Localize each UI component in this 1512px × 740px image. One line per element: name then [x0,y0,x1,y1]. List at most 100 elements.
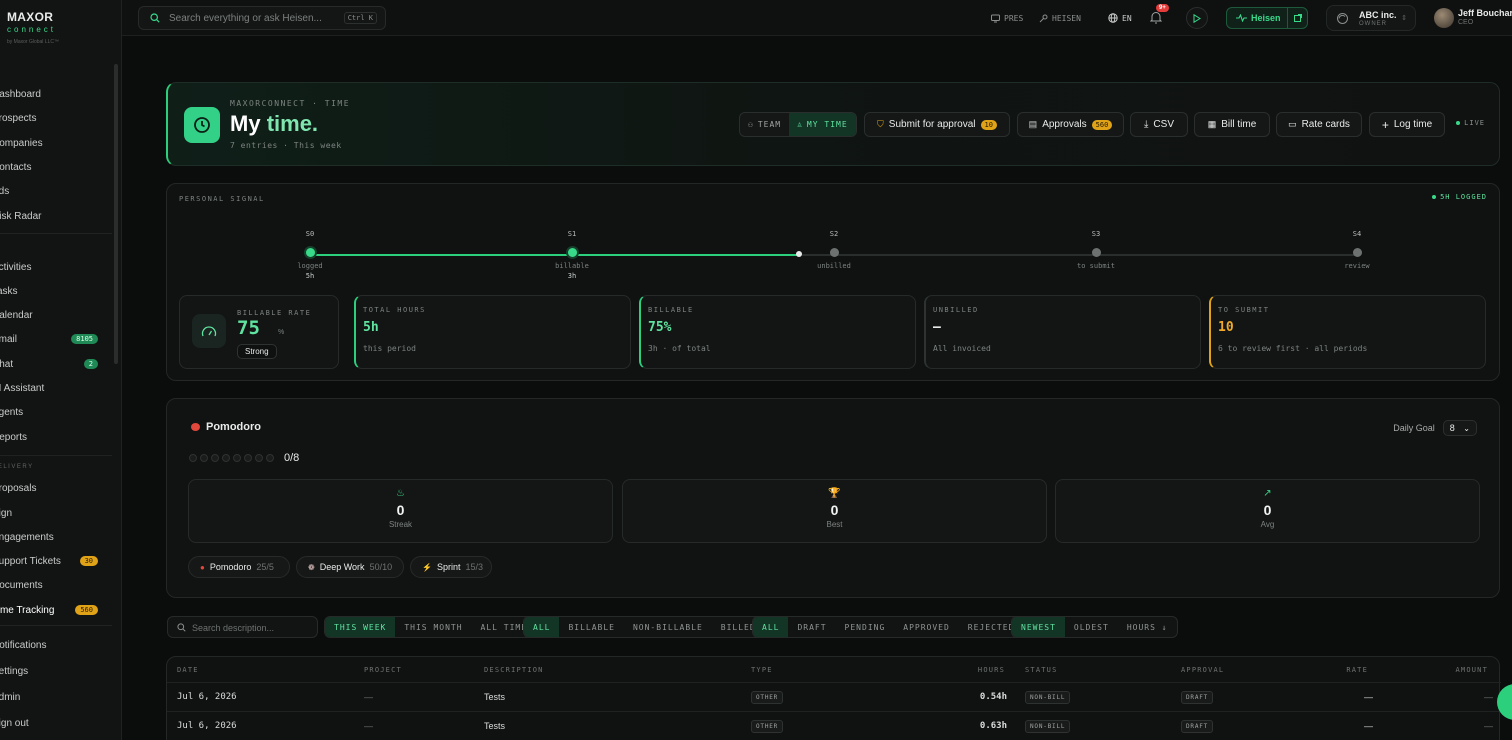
kpi-card-avg: ↗ 0 Avg [1055,479,1480,543]
users-icon: ⚇ [748,120,754,129]
cell-date: Jul 6, 2026 [177,721,237,731]
sidebar-item-agents[interactable]: Agents [0,401,110,423]
filter-billing-option[interactable]: NON-BILLABLE [624,617,712,637]
submit-approval-button[interactable]: ⛉ Submit for approval 10 [864,112,1010,137]
kpi-label: Streak [388,520,413,529]
plus-icon: + [1381,117,1389,132]
filter-status-option[interactable]: DRAFT [788,617,835,637]
mode-chip-pomodoro[interactable]: ● Pomodoro 25/5 [188,556,290,578]
notifications-button[interactable]: 9+ [1149,4,1169,25]
sidebar-item-risk-radar[interactable]: Risk Radar [0,205,110,227]
column-header-rate[interactable]: RATE [1346,666,1368,674]
sidebar-item-ai-assistant[interactable]: AI Assistant [0,377,110,399]
filter-period-option[interactable]: THIS MONTH [395,617,471,637]
org-switcher[interactable]: ABC inc. OWNER ⇕ [1326,5,1416,31]
sidebar-item-reports[interactable]: Reports [0,426,110,448]
pipeline-stage-s1[interactable]: S1 billable 3h [532,230,612,280]
sidebar-item-label: Contacts [0,161,32,173]
sidebar-item-activities[interactable]: Activities [0,256,110,278]
sidebar-item-support-tickets[interactable]: Support Tickets 30 [0,550,110,572]
heisen-link[interactable]: HEISEN [1039,0,1081,36]
sidebar-item-sign-out[interactable]: Sign out [0,712,110,734]
tab-team-label: TEAM [757,120,782,129]
filter-period-option[interactable]: THIS WEEK [325,617,396,637]
pipeline-stage-s2[interactable]: S2 unbilled [794,230,874,270]
org-name: ABC inc. [1359,10,1397,20]
heisen-button[interactable]: Heisen [1226,7,1308,29]
tab-my-time[interactable]: ♙ MY TIME [789,113,856,136]
filter-status-option[interactable]: ALL [753,617,789,637]
sidebar-item-contacts[interactable]: Contacts [0,156,110,178]
csv-button[interactable]: ⤓ CSV [1130,112,1188,137]
heisen-button-label: Heisen [1251,13,1281,23]
filter-billing-option[interactable]: BILLABLE [559,617,624,637]
mode-chip-sprint[interactable]: ⚡ Sprint 15/3 [410,556,492,578]
pres-link[interactable]: PRES [991,0,1023,36]
pipeline-stage-s0[interactable]: S0 logged 5h [270,230,350,280]
column-header-project[interactable]: PROJECT [364,666,402,674]
sidebar-item-sign[interactable]: Sign [0,502,110,524]
sidebar-item-prospects[interactable]: Prospects [0,107,110,129]
table-row[interactable]: Jul 6, 2026 — Tests OTHER 0.54h NON-BILL DRAFT… [167,682,1501,711]
filter-status-option[interactable]: APPROVED [894,617,959,637]
trophy-icon: 🏆 [828,488,841,499]
bill-time-button[interactable]: ▦ Bill time [1194,112,1270,137]
approvals-button[interactable]: ▤ Approvals 560 [1017,112,1124,137]
sidebar-item-email[interactable]: Email 8105 [0,328,110,350]
pipeline-stage-s3[interactable]: S3 to submit [1056,230,1136,270]
language-switch[interactable]: EN [1108,0,1132,36]
table-row[interactable]: Jul 6, 2026 — Tests OTHER 0.63h NON-BILL DRAFT… [167,711,1501,740]
user-role: CEO [1458,19,1474,26]
kpi-card-streak: ♨ 0 Streak [188,479,613,543]
tab-team[interactable]: ⚇ TEAM [740,113,789,136]
sidebar-item-ads[interactable]: Ads [0,180,110,202]
filter-billing-option[interactable]: ALL [524,617,560,637]
filter-sort-option[interactable]: OLDEST [1065,617,1118,637]
filter-status-option[interactable]: PENDING [836,617,895,637]
log-time-button[interactable]: + Log time [1369,112,1445,137]
column-header-amount[interactable]: AMOUNT [1456,666,1489,674]
sidebar-item-companies[interactable]: Companies [0,132,110,154]
sidebar-item-time-tracking[interactable]: Time Tracking 560 [0,599,110,621]
play-button[interactable] [1186,7,1208,29]
sidebar-item-admin[interactable]: Admin [0,686,110,708]
brand-logo[interactable]: MAXOR connect by Maxor Global LLC™ [7,10,59,45]
sidebar-item-engagements[interactable]: Engagements [0,526,110,548]
sidebar-item-proposals[interactable]: Proposals [0,477,110,499]
cell-status-tag: NON-BILL [1025,720,1071,733]
column-header-type[interactable]: TYPE [751,666,773,674]
mode-chip-deep-work[interactable]: ❁ Deep Work 50/10 [296,556,404,578]
sidebar-scrollbar[interactable] [114,64,118,364]
pipeline-stage-s4[interactable]: S4 review [1317,230,1397,270]
stage-code: S1 [567,230,577,238]
column-header-approval[interactable]: APPROVAL [1181,666,1224,674]
column-header-date[interactable]: DATE [177,666,199,674]
sidebar-item-chat[interactable]: Chat 2 [0,353,110,375]
pomodoro-dot [244,454,252,462]
sidebar-item-label: Settings [0,665,29,677]
kpi-label: Best [826,520,843,529]
daily-goal-select[interactable]: 8 ⌄ [1442,420,1477,436]
column-header-description[interactable]: DESCRIPTION [484,666,544,674]
mode-label: Pomodoro [209,562,252,572]
external-link-icon[interactable] [1287,8,1308,28]
sidebar-item-settings[interactable]: Settings [0,660,110,682]
sidebar-item-tasks[interactable]: Tasks [0,280,110,302]
stage-node [305,248,315,257]
rate-cards-button[interactable]: ▭ Rate cards [1276,112,1362,137]
sidebar-item-label: Engagements [0,531,54,543]
column-header-hours[interactable]: HOURS [978,666,1005,674]
sidebar-item-dashboard[interactable]: Dashboard [0,83,110,105]
description-search[interactable]: Search description... [167,616,318,638]
column-header-status[interactable]: STATUS [1025,666,1058,674]
trend-up-icon: ↗ [1263,488,1272,499]
brand-sub: connect [7,25,57,34]
filter-sort-option[interactable]: HOURS ↓ [1118,617,1177,637]
pomodoro-dot [233,454,241,462]
sidebar-item-documents[interactable]: Documents [0,574,110,596]
sidebar-item-calendar[interactable]: Calendar [0,304,110,326]
filter-sort-option[interactable]: NEWEST [1012,617,1065,637]
global-search[interactable]: Search everything or ask Heisen... Ctrl … [138,6,386,30]
approvals-label: Approvals [1042,119,1087,130]
sidebar-item-notifications[interactable]: Notifications [0,634,110,656]
